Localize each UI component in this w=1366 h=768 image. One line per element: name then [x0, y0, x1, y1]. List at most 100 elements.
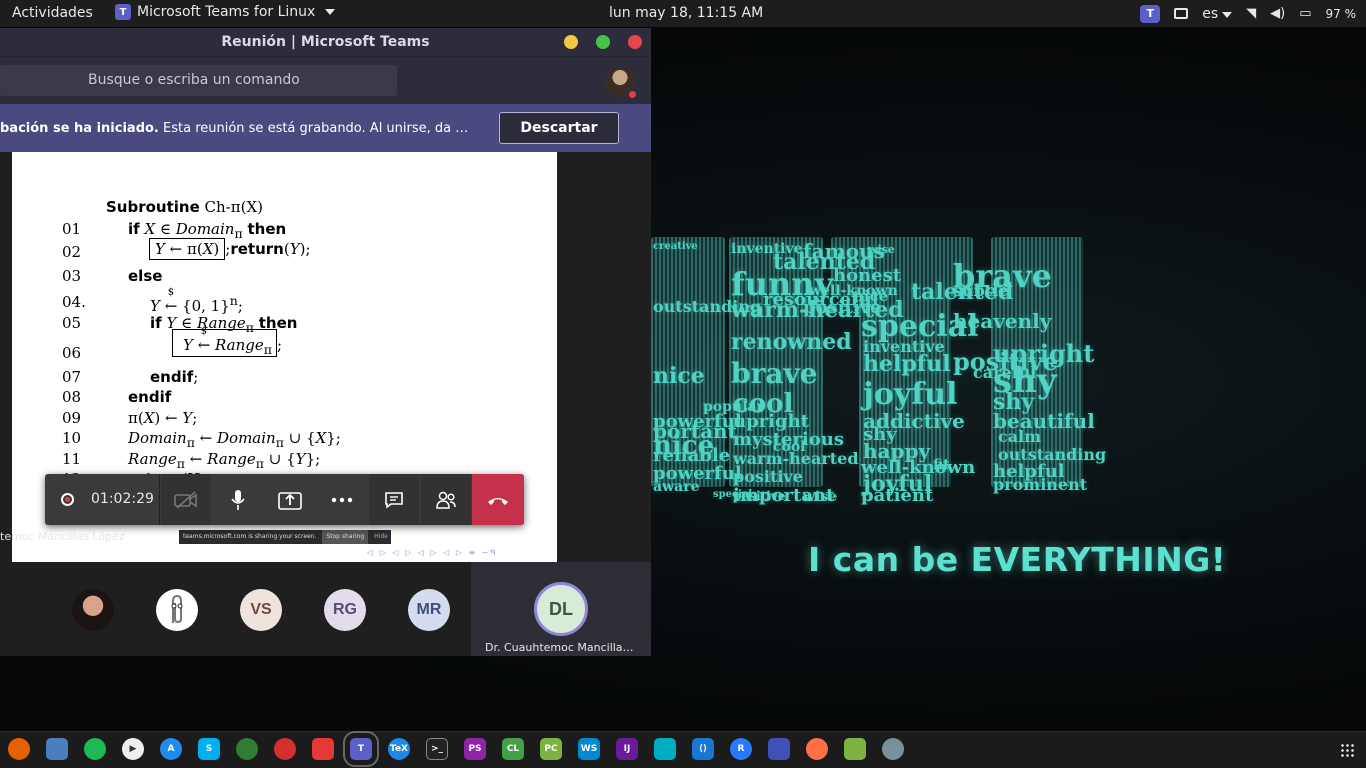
close-button[interactable]: [628, 35, 642, 49]
recording-banner: bación se ha iniciado. Esta reunión se e…: [0, 104, 651, 152]
wallpaper-word: creative: [653, 241, 698, 252]
code-line: Y ← $ {0, 1}n;: [150, 287, 243, 315]
more-icon: [331, 497, 353, 502]
microphone-button[interactable]: [213, 474, 263, 525]
stop-sharing-button[interactable]: Stop sharing: [322, 530, 369, 544]
participant-avatar[interactable]: VS: [240, 589, 282, 631]
media-player-icon[interactable]: ▶: [122, 738, 144, 760]
tex-icon[interactable]: TeX: [388, 738, 410, 760]
line-number: 06: [62, 344, 82, 362]
spotify-icon[interactable]: [84, 738, 106, 760]
show-applications-icon[interactable]: [1340, 743, 1354, 757]
keyboard-layout-indicator[interactable]: es: [1202, 6, 1233, 22]
line-number: 04.: [62, 293, 86, 311]
participant-avatar[interactable]: RG: [324, 589, 366, 631]
maximize-button[interactable]: [596, 35, 610, 49]
line-number: 09: [62, 409, 82, 427]
participants-button[interactable]: [421, 474, 471, 525]
wallpaper-word: prominent: [993, 475, 1088, 494]
cube-app-icon[interactable]: [654, 738, 676, 760]
chevron-down-icon: [325, 9, 336, 15]
line-number: 02: [62, 243, 82, 261]
teams-dock-icon[interactable]: T: [343, 731, 379, 767]
recording-notice-text: Esta reunión se está grabando. Al unirse…: [158, 121, 470, 136]
teams-window: Reunión | Microsoft Teams Busque o escri…: [0, 28, 651, 656]
camera-toggle-button[interactable]: [161, 474, 211, 525]
finder-icon[interactable]: [46, 738, 68, 760]
wallpaper-word: brave: [731, 357, 818, 390]
image-viewer-icon[interactable]: [844, 738, 866, 760]
sync-icon[interactable]: [236, 738, 258, 760]
wallpaper-word: popular: [703, 399, 764, 415]
wallpaper-word: heavenly: [953, 309, 1052, 333]
wallpaper-word: fit: [933, 457, 950, 473]
vscode-icon[interactable]: ⟨⟩: [692, 738, 714, 760]
code-line: endif;: [150, 368, 199, 386]
share-screen-button[interactable]: [265, 474, 315, 525]
battery-percent[interactable]: 97 %: [1326, 7, 1357, 21]
wifi-icon[interactable]: ◥: [1246, 6, 1256, 21]
phpstorm-icon[interactable]: PS: [464, 738, 486, 760]
wallpaper-word: wise: [868, 243, 895, 256]
command-bar: Busque o escriba un comando: [0, 56, 651, 104]
recording-icon: [61, 493, 74, 506]
call-timer: 01:02:29: [91, 491, 154, 507]
terminal-icon[interactable]: >_: [426, 738, 448, 760]
search-input[interactable]: Busque o escriba un comando: [0, 65, 397, 96]
hang-up-button[interactable]: [472, 474, 524, 525]
participant-strip: VS RG MR DL Dr. Cuauhtemoc Mancillas...: [0, 562, 651, 656]
window-titlebar[interactable]: Reunión | Microsoft Teams: [0, 28, 651, 56]
video-recorder-icon[interactable]: [312, 738, 334, 760]
participant-avatar[interactable]: MR: [408, 589, 450, 631]
participant-avatar-photo[interactable]: [72, 589, 114, 631]
clion-icon[interactable]: CL: [502, 738, 524, 760]
slide-title-rest: Ch-π(X): [199, 198, 263, 216]
line-number: 08: [62, 388, 82, 406]
dismiss-button[interactable]: Descartar: [499, 112, 619, 144]
teams-app-icon: T: [115, 4, 131, 20]
hide-button[interactable]: Hide: [374, 533, 388, 540]
database-icon[interactable]: [768, 738, 790, 760]
wallpaper-word: subtle: [953, 281, 1009, 300]
wallpaper-word: cool: [773, 439, 806, 455]
code-line: endif: [128, 388, 172, 406]
r-icon[interactable]: R: [730, 738, 752, 760]
pycharm-icon[interactable]: PC: [540, 738, 562, 760]
intellij-icon[interactable]: IJ: [616, 738, 638, 760]
beamer-navigation-symbols: ◁ ▷ ◁ ▷ ◁ ▷ ◁ ▷ ≡ ∽ᑫ: [367, 548, 498, 557]
wallpaper-word: nice: [653, 363, 705, 389]
system-tray: T es ◥ ◀) ▭ 97 %: [1140, 3, 1356, 24]
app-store-icon[interactable]: A: [160, 738, 182, 760]
volume-icon[interactable]: ◀): [1270, 6, 1285, 21]
teams-tray-icon[interactable]: T: [1140, 4, 1161, 23]
participant-avatar-clippy[interactable]: [156, 589, 198, 631]
app-menu-label: Microsoft Teams for Linux: [137, 4, 316, 20]
skype-icon[interactable]: S: [198, 738, 220, 760]
active-speaker-avatar: DL: [534, 582, 588, 636]
compass-icon[interactable]: [806, 738, 828, 760]
webstorm-icon[interactable]: WS: [578, 738, 600, 760]
screen-share-text: teams.microsoft.com is sharing your scre…: [183, 533, 317, 540]
code-line: π(X) ← Y;: [128, 409, 198, 427]
wallpaper-word: reliable: [653, 445, 731, 466]
recording-notice: bación se ha iniciado. Esta reunión se e…: [0, 121, 470, 136]
code-line: else: [128, 267, 163, 285]
chat-tray-icon[interactable]: [1174, 8, 1189, 19]
globe-icon[interactable]: [882, 738, 904, 760]
app-icon-red[interactable]: [274, 738, 296, 760]
code-line: Y ← π(X) ;return(Y);: [149, 238, 311, 260]
chat-button[interactable]: [369, 474, 419, 525]
wallpaper-slogan: I can be EVERYTHING!: [808, 540, 1227, 579]
app-menu[interactable]: T Microsoft Teams for Linux: [115, 4, 336, 20]
firefox-icon[interactable]: [8, 738, 30, 760]
user-avatar[interactable]: [605, 67, 638, 100]
active-speaker-tile[interactable]: DL Dr. Cuauhtemoc Mancillas...: [471, 562, 651, 656]
share-tray-icon: [278, 491, 302, 510]
battery-icon[interactable]: ▭: [1299, 6, 1311, 21]
more-options-button[interactable]: [317, 474, 367, 525]
minimize-button[interactable]: [564, 35, 578, 49]
wallpaper-word: helpful: [863, 351, 951, 377]
clock[interactable]: lun may 18, 11:15 AM: [609, 5, 763, 21]
wallpaper-word: portant: [653, 419, 737, 443]
activities-button[interactable]: Actividades: [12, 5, 93, 21]
